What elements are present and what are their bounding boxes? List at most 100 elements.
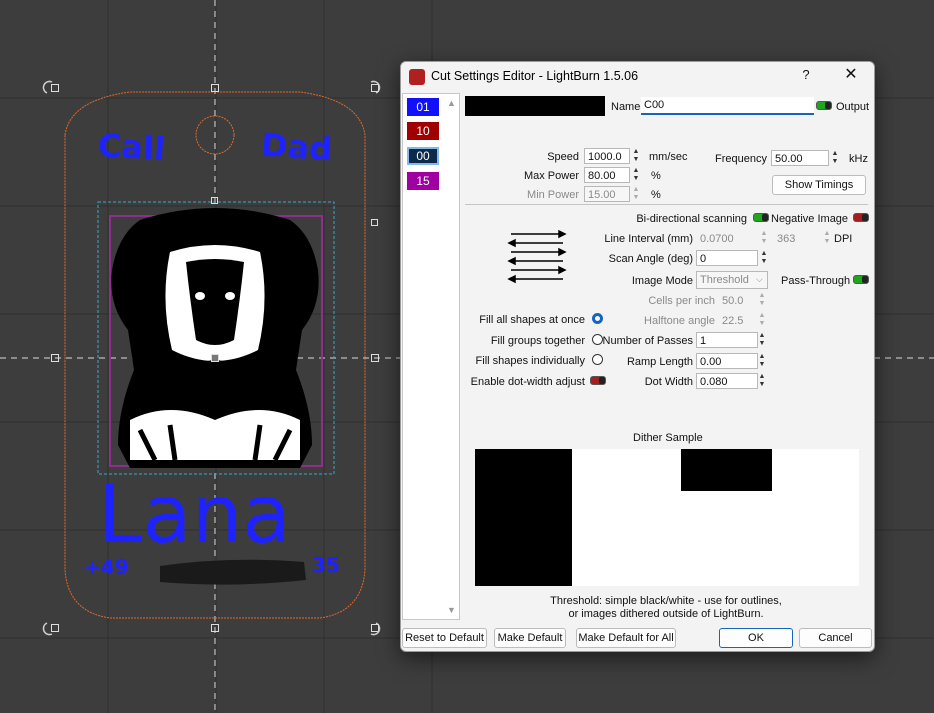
- engrave-text-phone-suffix: 35: [312, 553, 340, 577]
- cells-per-inch-label: Cells per inch: [648, 295, 715, 307]
- frequency-stepper[interactable]: ▲ ▼: [830, 150, 840, 166]
- output-toggle[interactable]: [816, 101, 832, 110]
- layer-color-swatch: [465, 96, 605, 116]
- dpi-label: DPI: [834, 233, 853, 245]
- image-mode-label: Image Mode: [631, 275, 693, 287]
- speed-unit: mm/sec: [649, 151, 688, 163]
- frequency-label: Frequency: [715, 153, 767, 165]
- redaction-mark: [160, 559, 306, 585]
- dither-caption-line1: Threshold: simple black/white - use for …: [550, 595, 782, 607]
- dither-caption: Threshold: simple black/white - use for …: [491, 595, 841, 621]
- name-input[interactable]: C00: [641, 97, 814, 115]
- engrave-text-name: Lana: [98, 468, 292, 561]
- fill-all-label: Fill all shapes at once: [479, 314, 585, 326]
- scan-angle-label: Scan Angle (deg): [608, 253, 693, 265]
- min-power-stepper: ▲ ▼: [632, 186, 640, 201]
- pass-through-toggle[interactable]: [853, 275, 869, 284]
- dpi-stepper[interactable]: ▲ ▼: [822, 230, 832, 246]
- resize-handle-top-left[interactable]: [51, 84, 59, 92]
- scroll-up-arrow-icon[interactable]: ▲: [447, 98, 456, 108]
- frequency-unit: kHz: [849, 153, 868, 165]
- dialog-title: Cut Settings Editor - LightBurn 1.5.06: [431, 69, 639, 83]
- line-interval-label: Line Interval (mm): [604, 233, 693, 245]
- passes-label: Number of Passes: [602, 335, 693, 347]
- output-label: Output: [836, 101, 870, 113]
- halftone-angle-stepper: ▲ ▼: [758, 312, 766, 327]
- ok-button[interactable]: OK: [719, 628, 793, 648]
- max-power-input[interactable]: 80.00: [584, 167, 630, 183]
- chevron-down-icon: ⌵: [756, 274, 763, 284]
- dither-block-left: [475, 449, 572, 586]
- ramp-length-stepper[interactable]: ▲ ▼: [757, 353, 767, 369]
- ramp-length-input[interactable]: 0.00: [696, 353, 758, 369]
- dot-width-label: Dot Width: [644, 376, 693, 388]
- settings-separator: [465, 204, 868, 205]
- resize-handle-bottom-right[interactable]: [371, 624, 379, 632]
- reset-to-default-button[interactable]: Reset to Default: [402, 628, 487, 648]
- show-timings-button[interactable]: Show Timings: [772, 175, 866, 195]
- frequency-input[interactable]: 50.00: [771, 150, 829, 166]
- engrave-text-dad: Dad: [259, 125, 334, 169]
- dot-width-adjust-label: Enable dot-width adjust: [470, 376, 585, 388]
- min-power-label: Min Power: [527, 189, 579, 201]
- speed-label: Speed: [547, 151, 579, 163]
- name-label: Name: [611, 101, 641, 113]
- bidirectional-toggle[interactable]: [753, 213, 769, 222]
- dpi-input[interactable]: 363: [773, 230, 823, 246]
- make-default-for-all-button[interactable]: Make Default for All: [576, 628, 676, 648]
- min-power-input: 15.00: [584, 186, 630, 202]
- cells-per-inch-input: 50.0: [722, 295, 744, 307]
- scan-angle-input[interactable]: 0: [696, 250, 758, 266]
- image-handle-right[interactable]: [371, 219, 378, 226]
- scroll-down-arrow-icon[interactable]: ▼: [447, 605, 456, 615]
- max-power-unit: %: [651, 170, 661, 182]
- layer-list[interactable]: 01 10 00 15 ▲ ▼: [402, 93, 460, 620]
- line-interval-stepper[interactable]: ▲ ▼: [759, 230, 769, 246]
- halftone-angle-label: Halftone angle: [644, 315, 715, 327]
- dither-sample-title: Dither Sample: [633, 432, 703, 444]
- dot-width-input[interactable]: 0.080: [696, 373, 758, 389]
- dither-sample-preview: [475, 449, 859, 586]
- dot-width-stepper[interactable]: ▲ ▼: [757, 373, 767, 389]
- center-handle[interactable]: [211, 354, 219, 362]
- resize-handle-top-right[interactable]: [371, 84, 379, 92]
- engrave-text-call: Call: [97, 126, 166, 168]
- layer-item-10[interactable]: 10: [407, 122, 439, 140]
- engrave-text-phone-prefix: +49: [84, 555, 129, 579]
- layer-item-00[interactable]: 00: [407, 147, 439, 165]
- fill-all-radio[interactable]: [592, 313, 603, 324]
- scan-direction-icon: [507, 230, 567, 284]
- layer-item-01[interactable]: 01: [407, 98, 439, 116]
- negative-image-label: Negative Image: [771, 213, 849, 225]
- dither-caption-line2: or images dithered outside of LightBurn.: [568, 608, 764, 620]
- lightburn-logo-icon: [409, 69, 425, 85]
- layer-item-15[interactable]: 15: [407, 172, 439, 190]
- fill-groups-label: Fill groups together: [490, 335, 585, 347]
- resize-handle-right[interactable]: [371, 354, 379, 362]
- scan-angle-stepper[interactable]: ▲ ▼: [759, 250, 769, 266]
- negative-image-toggle[interactable]: [853, 213, 869, 222]
- dither-block-top: [681, 449, 772, 491]
- resize-handle-bottom-left[interactable]: [51, 624, 59, 632]
- line-interval-input[interactable]: 0.0700: [696, 230, 758, 246]
- max-power-stepper[interactable]: ▲ ▼: [631, 167, 641, 183]
- resize-handle-bottom[interactable]: [211, 624, 219, 632]
- dialog-titlebar[interactable]: Cut Settings Editor - LightBurn 1.5.06 ?…: [401, 62, 874, 92]
- speed-input[interactable]: 1000.0: [584, 148, 630, 164]
- resize-handle-left[interactable]: [51, 354, 59, 362]
- ramp-length-label: Ramp Length: [626, 356, 693, 368]
- make-default-button[interactable]: Make Default: [494, 628, 566, 648]
- cells-per-inch-stepper: ▲ ▼: [758, 292, 766, 307]
- bidirectional-label: Bi-directional scanning: [636, 213, 747, 225]
- speed-stepper[interactable]: ▲ ▼: [631, 148, 641, 164]
- layer-list-scrollbar[interactable]: ▲ ▼: [444, 94, 459, 619]
- image-handle-top[interactable]: [211, 197, 218, 204]
- fill-individually-label: Fill shapes individually: [475, 355, 585, 367]
- help-button[interactable]: ?: [799, 67, 813, 85]
- close-button[interactable]: ✕: [841, 65, 861, 85]
- cancel-button[interactable]: Cancel: [799, 628, 872, 648]
- resize-handle-top[interactable]: [211, 84, 219, 92]
- passes-stepper[interactable]: ▲ ▼: [757, 332, 767, 348]
- dog-image: [111, 208, 319, 468]
- passes-input[interactable]: 1: [696, 332, 758, 348]
